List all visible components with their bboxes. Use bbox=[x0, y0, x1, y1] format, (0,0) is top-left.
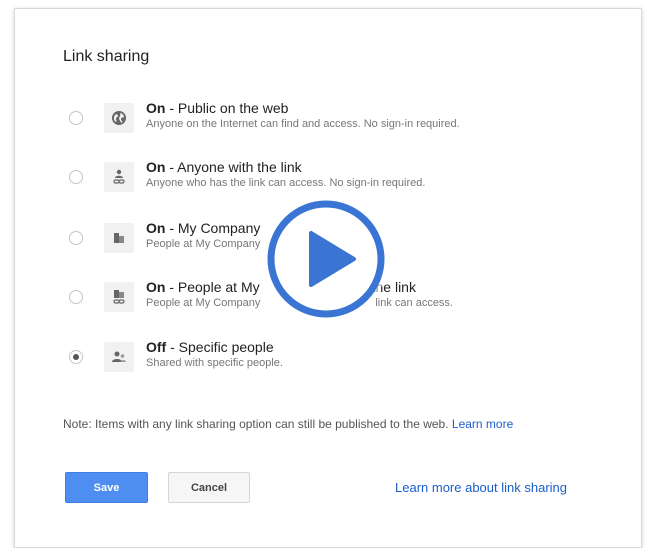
save-button[interactable]: Save bbox=[65, 472, 148, 503]
option-label: - Public on the web bbox=[165, 100, 289, 116]
building-icon bbox=[104, 223, 134, 253]
dialog-title: Link sharing bbox=[63, 48, 150, 65]
play-icon bbox=[267, 200, 385, 318]
learn-more-link-sharing[interactable]: Learn more about link sharing bbox=[395, 480, 567, 495]
radio-my-company[interactable] bbox=[69, 231, 83, 245]
option-status: Off bbox=[146, 339, 167, 355]
radio-anyone-with-link[interactable] bbox=[69, 170, 83, 184]
person-link-icon bbox=[104, 162, 134, 192]
option-public-on-web[interactable]: On - Public on the web Anyone on the Int… bbox=[15, 99, 635, 149]
option-description: Shared with specific people. bbox=[146, 357, 283, 369]
publish-note-text: Note: Items with any link sharing option… bbox=[63, 417, 452, 431]
radio-specific-people[interactable] bbox=[69, 350, 83, 364]
option-description: Anyone on the Internet can find and acce… bbox=[146, 118, 460, 130]
option-specific-people[interactable]: Off - Specific people Shared with specif… bbox=[15, 338, 635, 388]
option-label: - My Company bbox=[165, 220, 261, 236]
play-button[interactable] bbox=[264, 197, 388, 321]
option-label: - Specific people bbox=[166, 339, 274, 355]
radio-public-on-web[interactable] bbox=[69, 111, 83, 125]
option-label: - People at My bbox=[165, 279, 260, 295]
cancel-button[interactable]: Cancel bbox=[168, 472, 250, 503]
radio-my-company-with-link[interactable] bbox=[69, 290, 83, 304]
learn-more-link[interactable]: Learn more bbox=[452, 417, 513, 431]
option-label: - Anyone with the link bbox=[165, 159, 302, 175]
people-icon bbox=[104, 342, 134, 372]
building-link-icon bbox=[104, 282, 134, 312]
option-description: People at My Company bbox=[146, 297, 261, 309]
option-status: On bbox=[146, 159, 166, 175]
globe-icon bbox=[104, 103, 134, 133]
publish-note: Note: Items with any link sharing option… bbox=[63, 417, 513, 431]
option-description: Anyone who has the link can access. No s… bbox=[146, 177, 426, 189]
option-status: On bbox=[146, 100, 166, 116]
option-status: On bbox=[146, 279, 166, 295]
option-status: On bbox=[146, 220, 166, 236]
